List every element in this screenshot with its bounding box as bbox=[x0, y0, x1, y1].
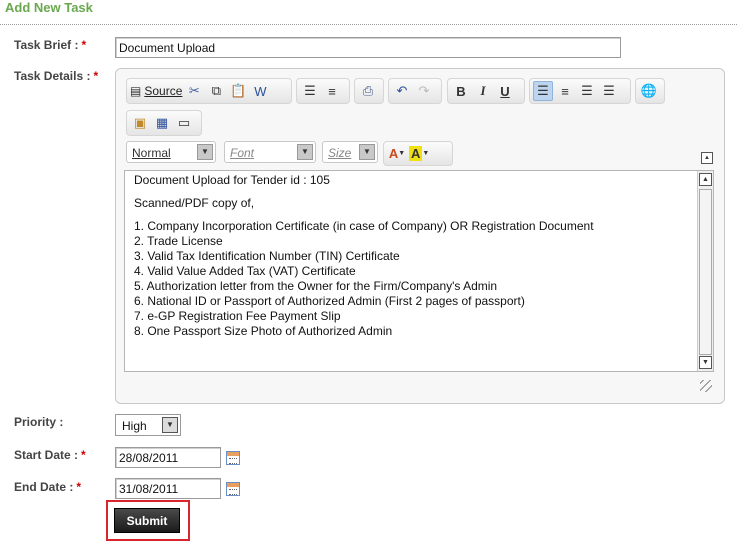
priority-value: High bbox=[122, 419, 147, 433]
chevron-down-icon: ▼ bbox=[297, 144, 313, 160]
task-details-label-text: Task Details : bbox=[14, 69, 91, 83]
chevron-down-icon: ▼ bbox=[162, 417, 178, 433]
text-color-glyph: A bbox=[388, 146, 399, 161]
toolbar-group-history: ↶ ↷ bbox=[388, 78, 442, 104]
undo-icon[interactable]: ↶ bbox=[392, 81, 412, 101]
copy-icon[interactable]: ⧉ bbox=[206, 81, 226, 101]
list-item: 2. Trade License bbox=[134, 234, 223, 248]
scroll-thumb[interactable] bbox=[699, 189, 712, 355]
print-icon[interactable]: ⎙ bbox=[358, 81, 378, 101]
task-brief-label: Task Brief : * bbox=[14, 38, 86, 52]
content-line: Document Upload for Tender id : 105 bbox=[134, 173, 330, 187]
table-icon[interactable]: ▦ bbox=[152, 113, 172, 133]
submit-button[interactable]: Submit bbox=[114, 508, 180, 533]
align-center-icon[interactable]: ≡ bbox=[555, 81, 575, 101]
start-date-input[interactable]: 28/08/2011 bbox=[115, 447, 221, 468]
background-color-icon[interactable]: A ▼ bbox=[409, 144, 429, 164]
toolbar-group-insert: ▣ ▦ ▭ bbox=[126, 110, 202, 136]
end-date-input[interactable]: 31/08/2011 bbox=[115, 478, 221, 499]
start-date-label: Start Date : * bbox=[14, 448, 86, 462]
redo-icon[interactable]: ↷ bbox=[414, 81, 434, 101]
task-brief-label-text: Task Brief : bbox=[14, 38, 79, 52]
start-date-label-text: Start Date : bbox=[14, 448, 79, 462]
required-mark: * bbox=[93, 69, 99, 83]
size-combo[interactable]: Size ▼ bbox=[322, 141, 378, 163]
paste-word-icon[interactable]: W bbox=[250, 81, 270, 101]
priority-label: Priority : bbox=[14, 415, 64, 429]
content-line: Scanned/PDF copy of, bbox=[134, 196, 255, 210]
link-icon[interactable]: 🌐 bbox=[639, 81, 659, 101]
end-date-label: End Date : * bbox=[14, 480, 81, 494]
list-item: 1. Company Incorporation Certificate (in… bbox=[134, 219, 594, 233]
title-divider bbox=[0, 24, 737, 25]
resize-grip-icon[interactable] bbox=[700, 380, 712, 392]
source-icon: ▤ bbox=[130, 84, 142, 98]
bulleted-list-icon[interactable]: ≡ bbox=[322, 81, 342, 101]
source-label: Source bbox=[144, 84, 183, 98]
content-scrollbar[interactable]: ▲ ▼ bbox=[697, 171, 713, 371]
scroll-down-icon[interactable]: ▼ bbox=[699, 356, 712, 369]
page-title: Add New Task bbox=[5, 0, 93, 15]
list-item: 5. Authorization letter from the Owner f… bbox=[134, 279, 498, 293]
required-mark: * bbox=[81, 448, 86, 462]
align-left-icon[interactable]: ☰ bbox=[533, 81, 553, 101]
size-combo-value: Size bbox=[328, 146, 352, 160]
chevron-down-icon: ▼ bbox=[359, 144, 375, 160]
end-date-label-text: End Date : bbox=[14, 480, 74, 494]
toolbar-group-lists: ☰ ≡ bbox=[296, 78, 350, 104]
priority-select[interactable]: High ▼ bbox=[115, 414, 181, 436]
font-combo[interactable]: Font ▼ bbox=[224, 141, 316, 163]
calendar-icon[interactable] bbox=[226, 451, 240, 465]
toolbar-group-basicstyles: B I U bbox=[447, 78, 525, 104]
justify-icon[interactable]: ☰ bbox=[599, 81, 619, 101]
italic-icon[interactable]: I bbox=[473, 81, 493, 101]
editor-content-area[interactable]: Document Upload for Tender id : 105 Scan… bbox=[124, 170, 714, 372]
underline-icon[interactable]: U bbox=[495, 81, 515, 101]
toolbar-group-links: 🌐 bbox=[635, 78, 665, 104]
required-mark: * bbox=[81, 38, 87, 52]
format-combo[interactable]: Normal ▼ bbox=[126, 141, 216, 163]
list-item: 8. One Passport Size Photo of Authorized… bbox=[134, 324, 393, 338]
horizontal-rule-icon[interactable]: ▭ bbox=[174, 113, 194, 133]
numbered-list-icon[interactable]: ☰ bbox=[300, 81, 320, 101]
source-button[interactable]: ▤ Source bbox=[130, 81, 182, 101]
list-item: 4. Valid Value Added Tax (VAT) Certifica… bbox=[134, 264, 356, 278]
align-right-icon[interactable]: ☰ bbox=[577, 81, 597, 101]
bold-icon[interactable]: B bbox=[451, 81, 471, 101]
toolbar-group-clipboard: ▤ Source ✂ ⧉ 📋 W bbox=[126, 78, 292, 104]
chevron-down-icon: ▼ bbox=[197, 144, 213, 160]
toolbar-group-print: ⎙ bbox=[354, 78, 384, 104]
toolbar-collapse-icon[interactable]: ▲ bbox=[701, 152, 713, 164]
toolbar-group-alignment: ☰ ≡ ☰ ☰ bbox=[529, 78, 631, 104]
image-icon[interactable]: ▣ bbox=[130, 113, 150, 133]
cut-icon[interactable]: ✂ bbox=[184, 81, 204, 101]
list-item: 6. National ID or Passport of Authorized… bbox=[134, 294, 525, 308]
editor-text: Document Upload for Tender id : 105 Scan… bbox=[134, 173, 693, 339]
paste-icon[interactable]: 📋 bbox=[228, 81, 248, 101]
task-details-label: Task Details : * bbox=[14, 69, 98, 83]
calendar-icon[interactable] bbox=[226, 482, 240, 496]
background-color-glyph: A bbox=[409, 146, 423, 161]
font-combo-value: Font bbox=[230, 146, 255, 160]
scroll-up-icon[interactable]: ▲ bbox=[699, 173, 712, 186]
list-item: 7. e-GP Registration Fee Payment Slip bbox=[134, 309, 341, 323]
required-mark: * bbox=[76, 480, 82, 494]
task-brief-input[interactable]: Document Upload bbox=[115, 37, 621, 58]
text-color-icon[interactable]: A ▼ bbox=[387, 144, 407, 164]
format-combo-value: Normal bbox=[132, 146, 171, 160]
list-item: 3. Valid Tax Identification Number (TIN)… bbox=[134, 249, 400, 263]
toolbar-group-colors: A ▼ A ▼ bbox=[383, 141, 453, 166]
